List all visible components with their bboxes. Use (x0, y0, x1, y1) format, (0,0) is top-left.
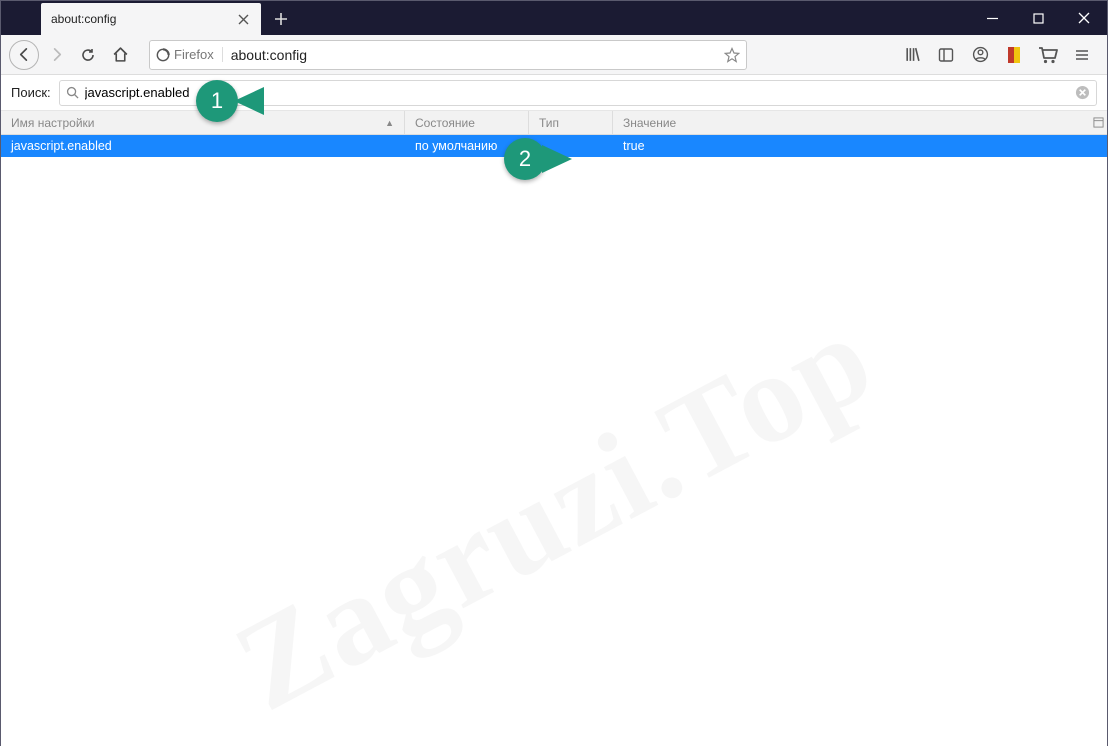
col-header-state[interactable]: Состояние (405, 111, 529, 134)
maximize-button[interactable] (1015, 1, 1061, 35)
search-icon (66, 86, 79, 99)
close-tab-icon[interactable] (235, 11, 251, 27)
window-controls (969, 1, 1107, 35)
nav-toolbar: Firefox (1, 35, 1107, 75)
menu-button[interactable] (1069, 42, 1095, 68)
col-header-name[interactable]: Имя настройки ▲ (1, 111, 405, 134)
active-tab[interactable]: about:config (41, 3, 261, 35)
tab-title: about:config (51, 12, 235, 26)
search-input[interactable] (79, 85, 1075, 100)
clear-search-icon[interactable] (1075, 85, 1090, 100)
reload-button[interactable] (73, 40, 103, 70)
sidebar-icon[interactable] (933, 42, 959, 68)
column-headers: Имя настройки ▲ Состояние Тип Значение (1, 111, 1107, 135)
sort-indicator-icon: ▲ (385, 118, 394, 128)
search-label: Поиск: (11, 85, 51, 100)
toolbar-right (899, 42, 1099, 68)
new-tab-button[interactable] (267, 5, 295, 33)
identity-label: Firefox (174, 47, 214, 62)
url-bar[interactable]: Firefox (149, 40, 747, 70)
close-window-button[interactable] (1061, 1, 1107, 35)
firefox-icon (156, 48, 170, 62)
watermark-text: Zagruzi.Top (212, 284, 896, 741)
cart-icon[interactable] (1035, 42, 1061, 68)
column-picker-icon[interactable] (1089, 117, 1107, 128)
cell-pref-name: javascript.enabled (1, 139, 405, 153)
bookmark-star-icon[interactable] (724, 47, 740, 63)
account-icon[interactable] (967, 42, 993, 68)
url-input[interactable] (231, 47, 724, 63)
extension-icon[interactable] (1001, 42, 1027, 68)
content-area: Zagruzi.Top (1, 157, 1107, 746)
pref-row[interactable]: javascript.enabled по умолчанию true (1, 135, 1107, 157)
library-icon[interactable] (899, 42, 925, 68)
config-search-bar: Поиск: (1, 75, 1107, 111)
cell-pref-value: true (613, 139, 1107, 153)
cell-pref-state: по умолчанию (405, 139, 529, 153)
identity-box[interactable]: Firefox (156, 47, 223, 62)
titlebar: about:config (1, 1, 1107, 35)
forward-button[interactable] (41, 40, 71, 70)
home-button[interactable] (105, 40, 135, 70)
col-header-type[interactable]: Тип (529, 111, 613, 134)
search-box[interactable] (59, 80, 1097, 106)
tabstrip: about:config (1, 1, 969, 35)
col-header-value[interactable]: Значение (613, 111, 1089, 134)
back-button[interactable] (9, 40, 39, 70)
minimize-button[interactable] (969, 1, 1015, 35)
